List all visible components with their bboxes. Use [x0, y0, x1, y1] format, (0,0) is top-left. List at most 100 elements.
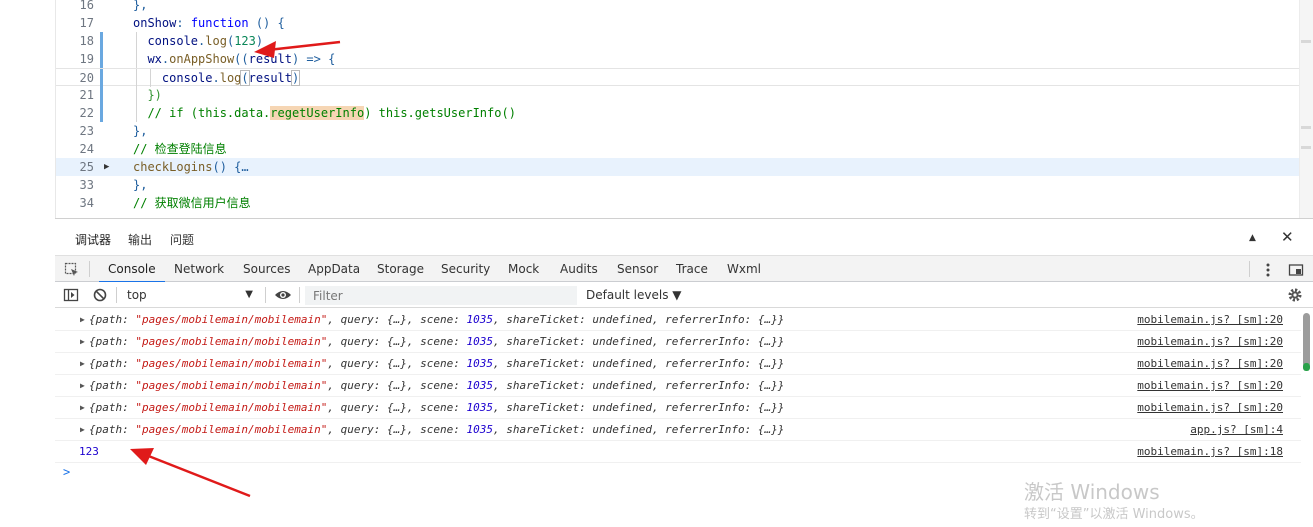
tab-mock[interactable]: Mock	[508, 262, 539, 283]
eye-icon[interactable]	[274, 288, 292, 302]
tab-output[interactable]: 输出	[128, 231, 152, 248]
code-token: },	[133, 0, 148, 12]
console-log-row[interactable]: ▶ {path: "pages/mobilemain/mobilemain", q…	[55, 353, 1301, 375]
gear-icon[interactable]	[1287, 287, 1303, 303]
log-token: , query: {…}, scene:	[327, 401, 467, 414]
code-text: // if (this.data.regetUserInfo) this.get…	[133, 104, 516, 122]
console-log-row[interactable]: ▶ {path: "pages/mobilemain/mobilemain", q…	[55, 397, 1301, 419]
line-number: 20	[79, 71, 94, 85]
editor-scrollbar[interactable]	[1299, 0, 1313, 218]
tab-wxml[interactable]: Wxml	[727, 262, 761, 283]
log-source-link[interactable]: mobilemain.js? [sm]:18	[1137, 441, 1283, 462]
console-log-row[interactable]: ▶ {path: "pages/mobilemain/mobilemain", q…	[55, 309, 1301, 331]
sidebar-toggle-icon[interactable]	[63, 287, 79, 303]
tab-trace[interactable]: Trace	[676, 262, 708, 283]
code-token: // 获取微信用户信息	[133, 196, 251, 210]
tab-network[interactable]: Network	[174, 262, 224, 283]
modified-line-marker	[100, 69, 103, 87]
log-source-link[interactable]: mobilemain.js? [sm]:20	[1137, 375, 1283, 396]
log-source-link[interactable]: mobilemain.js? [sm]:20	[1137, 331, 1283, 352]
inspect-element-icon[interactable]	[64, 262, 80, 278]
code-line[interactable]: 18 console.log(123)	[56, 32, 1313, 50]
tab-console[interactable]: Console	[99, 262, 165, 283]
tab-sources[interactable]: Sources	[243, 262, 290, 283]
filter-input[interactable]	[305, 286, 577, 305]
expand-arrow-icon[interactable]: ▶	[80, 309, 85, 330]
tab-audits[interactable]: Audits	[560, 262, 598, 283]
tab-storage[interactable]: Storage	[377, 262, 424, 283]
scrollbar-marker	[1301, 40, 1311, 43]
tab-security[interactable]: Security	[441, 262, 490, 283]
log-token: , shareTicket: undefined, referrerInfo: …	[493, 335, 785, 348]
line-number: 22	[79, 106, 94, 120]
log-token: , shareTicket: undefined, referrerInfo: …	[493, 357, 785, 370]
code-text: },	[133, 0, 147, 14]
code-token: log	[219, 71, 242, 85]
toolbar-separator	[299, 287, 300, 303]
log-token: , shareTicket: undefined, referrerInfo: …	[493, 313, 785, 326]
code-token: },	[133, 178, 148, 192]
code-line[interactable]: 21 })	[56, 86, 1313, 104]
code-token: ) => {	[291, 52, 336, 66]
panel-tab-bar: 调试器 输出 问题 ▲ ✕	[55, 219, 1313, 257]
expand-arrow-icon[interactable]: ▶	[80, 353, 85, 374]
console-log-row[interactable]: ▶ {path: "pages/mobilemain/mobilemain", q…	[55, 419, 1301, 441]
context-selector[interactable]: top ▼	[121, 285, 257, 305]
fold-arrow-icon[interactable]: ▶	[104, 158, 109, 176]
log-token: 1035	[466, 357, 494, 370]
tab-problems[interactable]: 问题	[170, 231, 194, 248]
expand-arrow-icon[interactable]: ▶	[80, 375, 85, 396]
code-line[interactable]: 23},	[56, 122, 1313, 140]
console-log-row[interactable]: ▶ {path: "pages/mobilemain/mobilemain", q…	[55, 331, 1301, 353]
code-line[interactable]: 19 wx.onAppShow((result) => {	[56, 50, 1313, 68]
console-toolbar: top ▼ Default levels ▼	[55, 282, 1313, 308]
log-token: {path:	[89, 379, 136, 392]
code-token: …	[241, 160, 249, 174]
tab-appdata[interactable]: AppData	[308, 262, 360, 283]
log-source-link[interactable]: app.js? [sm]:4	[1190, 419, 1283, 440]
log-token: , query: {…}, scene:	[327, 335, 467, 348]
console-log-row[interactable]: ▶ {path: "pages/mobilemain/mobilemain", q…	[55, 375, 1301, 397]
code-text: })	[133, 86, 161, 104]
console-prompt[interactable]: >	[63, 465, 70, 479]
code-text: onShow: function () {	[133, 14, 285, 32]
console-scrollbar[interactable]	[1301, 309, 1313, 527]
more-options-icon[interactable]	[1261, 262, 1275, 278]
code-token: result	[248, 71, 292, 85]
scrollbar-thumb[interactable]	[1303, 313, 1310, 367]
code-token: onAppShow	[169, 52, 235, 66]
expand-arrow-icon[interactable]: ▶	[80, 419, 85, 440]
dock-side-icon[interactable]	[1288, 262, 1304, 278]
log-source-link[interactable]: mobilemain.js? [sm]:20	[1137, 353, 1283, 374]
expand-arrow-icon[interactable]: ▶	[80, 397, 85, 418]
code-line[interactable]: 24 // 检查登陆信息	[56, 140, 1313, 158]
close-panel-icon[interactable]: ✕	[1281, 228, 1294, 246]
log-levels-dropdown[interactable]: Default levels ▼	[586, 288, 682, 302]
tab-debugger[interactable]: 调试器	[75, 231, 112, 257]
log-token: , query: {…}, scene:	[327, 423, 467, 436]
code-line[interactable]: 25 ▶ checkLogins() {…	[56, 158, 1313, 176]
log-source-link[interactable]: mobilemain.js? [sm]:20	[1137, 309, 1283, 330]
code-text: checkLogins() {…	[133, 158, 249, 176]
log-token: {path:	[89, 357, 136, 370]
log-source-link[interactable]: mobilemain.js? [sm]:20	[1137, 397, 1283, 418]
modified-line-marker	[100, 104, 103, 122]
code-line[interactable]: 20 console.log(result)	[56, 68, 1313, 87]
code-line[interactable]: 33},	[56, 176, 1313, 194]
maximize-panel-icon[interactable]: ▲	[1249, 233, 1256, 243]
modified-line-marker	[100, 86, 103, 104]
code-token: },	[133, 124, 148, 138]
code-line[interactable]: 34 // 获取微信用户信息	[56, 194, 1313, 212]
tab-sensor[interactable]: Sensor	[617, 262, 658, 283]
console-log-row[interactable]: 123 mobilemain.js? [sm]:18	[55, 441, 1301, 463]
code-line[interactable]: 16},	[56, 0, 1313, 14]
code-line[interactable]: 17 onShow: function () {	[56, 14, 1313, 32]
expand-arrow-icon[interactable]: ▶	[80, 331, 85, 352]
code-editor[interactable]: 16}, 17 onShow: function () {18 console.lo…	[55, 0, 1313, 218]
code-token: console	[133, 71, 213, 85]
clear-console-icon[interactable]	[92, 287, 108, 303]
code-token: 123	[234, 34, 256, 48]
code-line[interactable]: 22 // if (this.data.regetUserInfo) this.…	[56, 104, 1313, 122]
code-text: console.log(result)	[133, 69, 301, 87]
context-value: top	[127, 288, 147, 302]
